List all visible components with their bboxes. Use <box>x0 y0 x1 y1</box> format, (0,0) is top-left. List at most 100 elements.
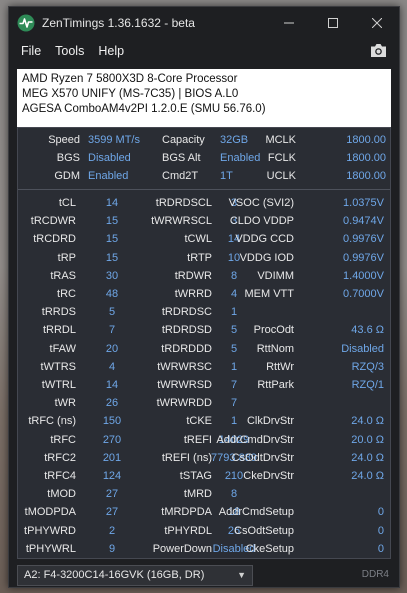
timing-label: tWR <box>54 397 76 410</box>
clock-value: 1800.00 <box>346 134 386 146</box>
clock-label: GDM <box>54 170 80 182</box>
timing-row: tMOD 27 tMRD 8 <box>18 485 390 503</box>
timing-label: VSOC (SVI2) <box>228 197 294 209</box>
timing-label: VDDG IOD <box>239 251 294 264</box>
timings-panel: Speed 3599 MT/s Capacity 32GB MCLK 1800.00 BGS… <box>17 127 391 559</box>
timing-value: 0.7000V <box>343 288 384 300</box>
maximize-button[interactable] <box>311 7 355 39</box>
timing-value: 5 <box>108 306 116 319</box>
timing-row: tCL 14 tRDRDSCL 3 VSOC (SVI2) 1.0375V <box>18 194 390 212</box>
timing-value: 48 <box>105 288 119 300</box>
timing-value: 2 <box>108 524 116 537</box>
agesa-version: AGESA ComboAM4v2PI 1.2.0.E (SMU 56.76.0) <box>22 103 266 115</box>
timing-value: Disabled <box>341 342 384 355</box>
status-bar: A2: F4-3200C14-16GVK (16GB, DR) ▼ DDR4 <box>9 559 399 587</box>
timing-value: 4 <box>108 360 116 373</box>
timing-label: ClkDrvStr <box>246 415 294 428</box>
timing-value: 0 <box>377 506 384 519</box>
minimize-icon <box>284 22 294 24</box>
menu-file[interactable]: File <box>9 44 48 58</box>
timing-value: 1.4000V <box>343 269 384 282</box>
timing-value: 15 <box>105 233 119 246</box>
timing-value: 24.0 Ω <box>351 415 384 428</box>
timing-label: tRFC4 <box>44 470 76 482</box>
close-button[interactable] <box>355 7 399 39</box>
timing-label: CsOdtDrvStr <box>231 451 294 464</box>
timing-label: MEM VTT <box>244 288 295 300</box>
timing-label: tCL <box>58 197 76 209</box>
timing-value: 14 <box>105 197 119 209</box>
timing-row: tRCDWR 15 tWRWRSCL 3 CLDO VDDP 0.9474V <box>18 212 390 230</box>
timing-value: 1 <box>230 360 238 373</box>
timing-value: 201 <box>102 451 122 464</box>
timing-value: 5 <box>230 342 238 355</box>
timing-label: ProcOdt <box>253 324 294 337</box>
timing-row: tPHYWRL 9 PowerDown Disabled CkeSetup 0 <box>18 540 390 558</box>
timing-row: tRCDRD 15 tCWL 14 VDDG CCD 0.9976V <box>18 230 390 248</box>
clock-value: 1800.00 <box>346 152 386 164</box>
timing-value: 0.9976V <box>343 251 384 264</box>
timing-label: CkeDrvStr <box>243 470 294 482</box>
dimm-select-value: A2: F4-3200C14-16GVK (16GB, DR) <box>24 569 205 581</box>
timing-row: tWTRS 4 tWRWRSC 1 RttWr RZQ/3 <box>18 358 390 376</box>
timing-label: tWTRS <box>40 360 76 373</box>
timing-label: tRFC (ns) <box>28 415 76 428</box>
timing-row: tPHYWRD 2 tPHYRDL 26 CsOdtSetup 0 <box>18 522 390 540</box>
timing-value: 8 <box>230 269 238 282</box>
clock-row: GDM Enabled Cmd2T 1T UCLK 1800.00 <box>18 167 390 185</box>
clock-value: 3599 MT/s <box>88 134 140 146</box>
clock-value: 1T <box>220 170 233 182</box>
system-info-box: AMD Ryzen 7 5800X3D 8-Core Processor MEG… <box>17 69 391 129</box>
memory-type: DDR4 <box>361 569 389 580</box>
clock-label: Speed <box>48 134 80 146</box>
timing-label: tRRDL <box>42 324 76 337</box>
timing-row: tFAW 20 tRDRDDD 5 RttNom Disabled <box>18 340 390 358</box>
timing-label: tRCDRD <box>33 233 76 246</box>
timing-label: tRCDWR <box>30 215 76 228</box>
clock-label: Capacity <box>162 134 205 146</box>
timing-label: tRP <box>57 251 76 264</box>
timing-value: 24.0 Ω <box>351 470 384 482</box>
timing-label: tRFC2 <box>44 451 76 464</box>
menu-tools[interactable]: Tools <box>48 44 91 58</box>
zentimings-logo-icon <box>17 14 35 32</box>
clock-value: Enabled <box>220 152 261 164</box>
timing-label: AddrCmdSetup <box>218 506 294 519</box>
timing-row: tRRDL 7 tRDRDSD 5 ProcOdt 43.6 Ω <box>18 321 390 339</box>
timing-label: tRAS <box>50 269 76 282</box>
timing-value: 30 <box>105 269 119 282</box>
timing-label: AddrCmdDrvStr <box>216 433 294 446</box>
timing-value: 8 <box>230 488 238 501</box>
clock-label: MCLK <box>265 134 296 146</box>
timing-value: 24.0 Ω <box>351 451 384 464</box>
camera-icon[interactable] <box>370 43 387 58</box>
title-bar[interactable]: ZenTimings 1.36.1632 - beta <box>9 7 399 39</box>
timing-value: 20.0 Ω <box>351 433 384 446</box>
timing-value: 7 <box>108 324 116 337</box>
timing-value: 27 <box>105 506 119 519</box>
app-window: ZenTimings 1.36.1632 - beta File Tools H… <box>8 6 400 588</box>
timing-value: 0.9976V <box>343 233 384 246</box>
timing-label: tRC <box>57 288 76 300</box>
timing-value: RZQ/3 <box>351 360 384 373</box>
clock-label: BGS <box>56 152 80 164</box>
clock-value: Disabled <box>88 152 131 164</box>
timing-value: 0 <box>377 542 384 555</box>
clock-value: 32GB <box>220 134 249 146</box>
cpu-name: AMD Ryzen 7 5800X3D 8-Core Processor <box>22 73 238 85</box>
timing-value: 7 <box>230 397 238 410</box>
timing-row: tRFC4 124 tSTAG 210 CkeDrvStr 24.0 Ω <box>18 467 390 485</box>
menu-help[interactable]: Help <box>91 44 131 58</box>
timing-value: 27 <box>105 488 119 501</box>
timing-label: CkeSetup <box>245 542 294 555</box>
timing-row: tRP 15 tRTP 10 VDDG IOD 0.9976V <box>18 249 390 267</box>
timing-value: 14 <box>105 379 119 391</box>
minimize-button[interactable] <box>267 7 311 39</box>
timing-label: tPHYWRD <box>24 524 76 537</box>
clock-label: Cmd2T <box>162 170 199 182</box>
close-icon <box>372 18 382 28</box>
timing-label: tRRDS <box>41 306 76 319</box>
dimm-select[interactable]: A2: F4-3200C14-16GVK (16GB, DR) ▼ <box>17 565 253 586</box>
timing-row: tRAS 30 tRDWR 8 VDIMM 1.4000V <box>18 267 390 285</box>
clock-label: FCLK <box>267 152 296 164</box>
